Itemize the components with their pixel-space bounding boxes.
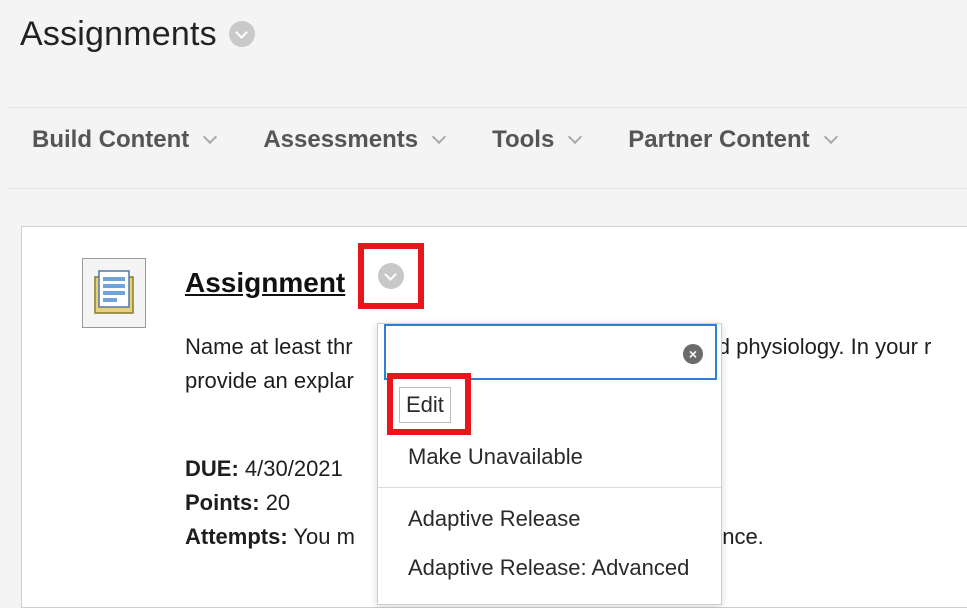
course-menubar: Build Content Assessments Tools Partner … xyxy=(32,126,884,154)
chevron-down-icon xyxy=(568,129,583,145)
menu-partner-content-label: Partner Content xyxy=(628,126,810,153)
menu-item-adaptive-release[interactable]: Adaptive Release xyxy=(408,506,580,532)
attempts-label: Attempts: xyxy=(185,524,288,549)
menu-search-input[interactable]: × xyxy=(384,324,717,380)
menu-tools-label: Tools xyxy=(492,126,555,153)
menu-tools[interactable]: Tools xyxy=(492,126,583,154)
menu-item-make-unavailable[interactable]: Make Unavailable xyxy=(408,444,583,470)
assignment-document-icon xyxy=(82,258,146,328)
chevron-down-icon xyxy=(432,129,447,145)
chevron-down-icon xyxy=(203,129,218,145)
title-row: Assignments xyxy=(20,12,255,56)
description-line-1-right: nd physiology. In your r xyxy=(705,334,932,359)
assignment-title-link[interactable]: Assignment xyxy=(185,267,345,299)
points-value: 20 xyxy=(265,490,291,515)
menu-build-content[interactable]: Build Content xyxy=(32,126,218,154)
highlight-box-item-menu xyxy=(358,243,424,309)
menu-separator xyxy=(378,487,721,488)
menu-partner-content[interactable]: Partner Content xyxy=(628,126,838,154)
menu-item-edit[interactable]: Edit xyxy=(399,387,451,423)
item-menu-chevron-icon[interactable] xyxy=(378,263,404,289)
description-line-2-left: provide an explar xyxy=(185,368,354,393)
highlight-box-edit: Edit xyxy=(387,373,471,435)
chevron-down-icon xyxy=(823,129,838,145)
clear-icon[interactable]: × xyxy=(683,344,703,364)
menu-assessments-label: Assessments xyxy=(263,126,419,153)
divider xyxy=(8,107,967,108)
description-line-1-left: Name at least thr xyxy=(185,334,353,359)
points-label: Points: xyxy=(185,490,260,515)
menu-build-content-label: Build Content xyxy=(32,126,190,153)
menu-item-adaptive-release-advanced[interactable]: Adaptive Release: Advanced xyxy=(408,555,689,581)
item-context-menu: × Make Unavailable Adaptive Release Adap… xyxy=(377,323,722,605)
title-menu-chevron-icon[interactable] xyxy=(228,21,255,47)
divider xyxy=(8,188,967,189)
menu-assessments[interactable]: Assessments xyxy=(263,126,447,154)
page-title: Assignments xyxy=(20,14,217,53)
due-label: DUE: xyxy=(185,456,239,481)
attempts-value-left: You m xyxy=(293,524,355,549)
due-value: 4/30/2021 xyxy=(244,456,343,481)
